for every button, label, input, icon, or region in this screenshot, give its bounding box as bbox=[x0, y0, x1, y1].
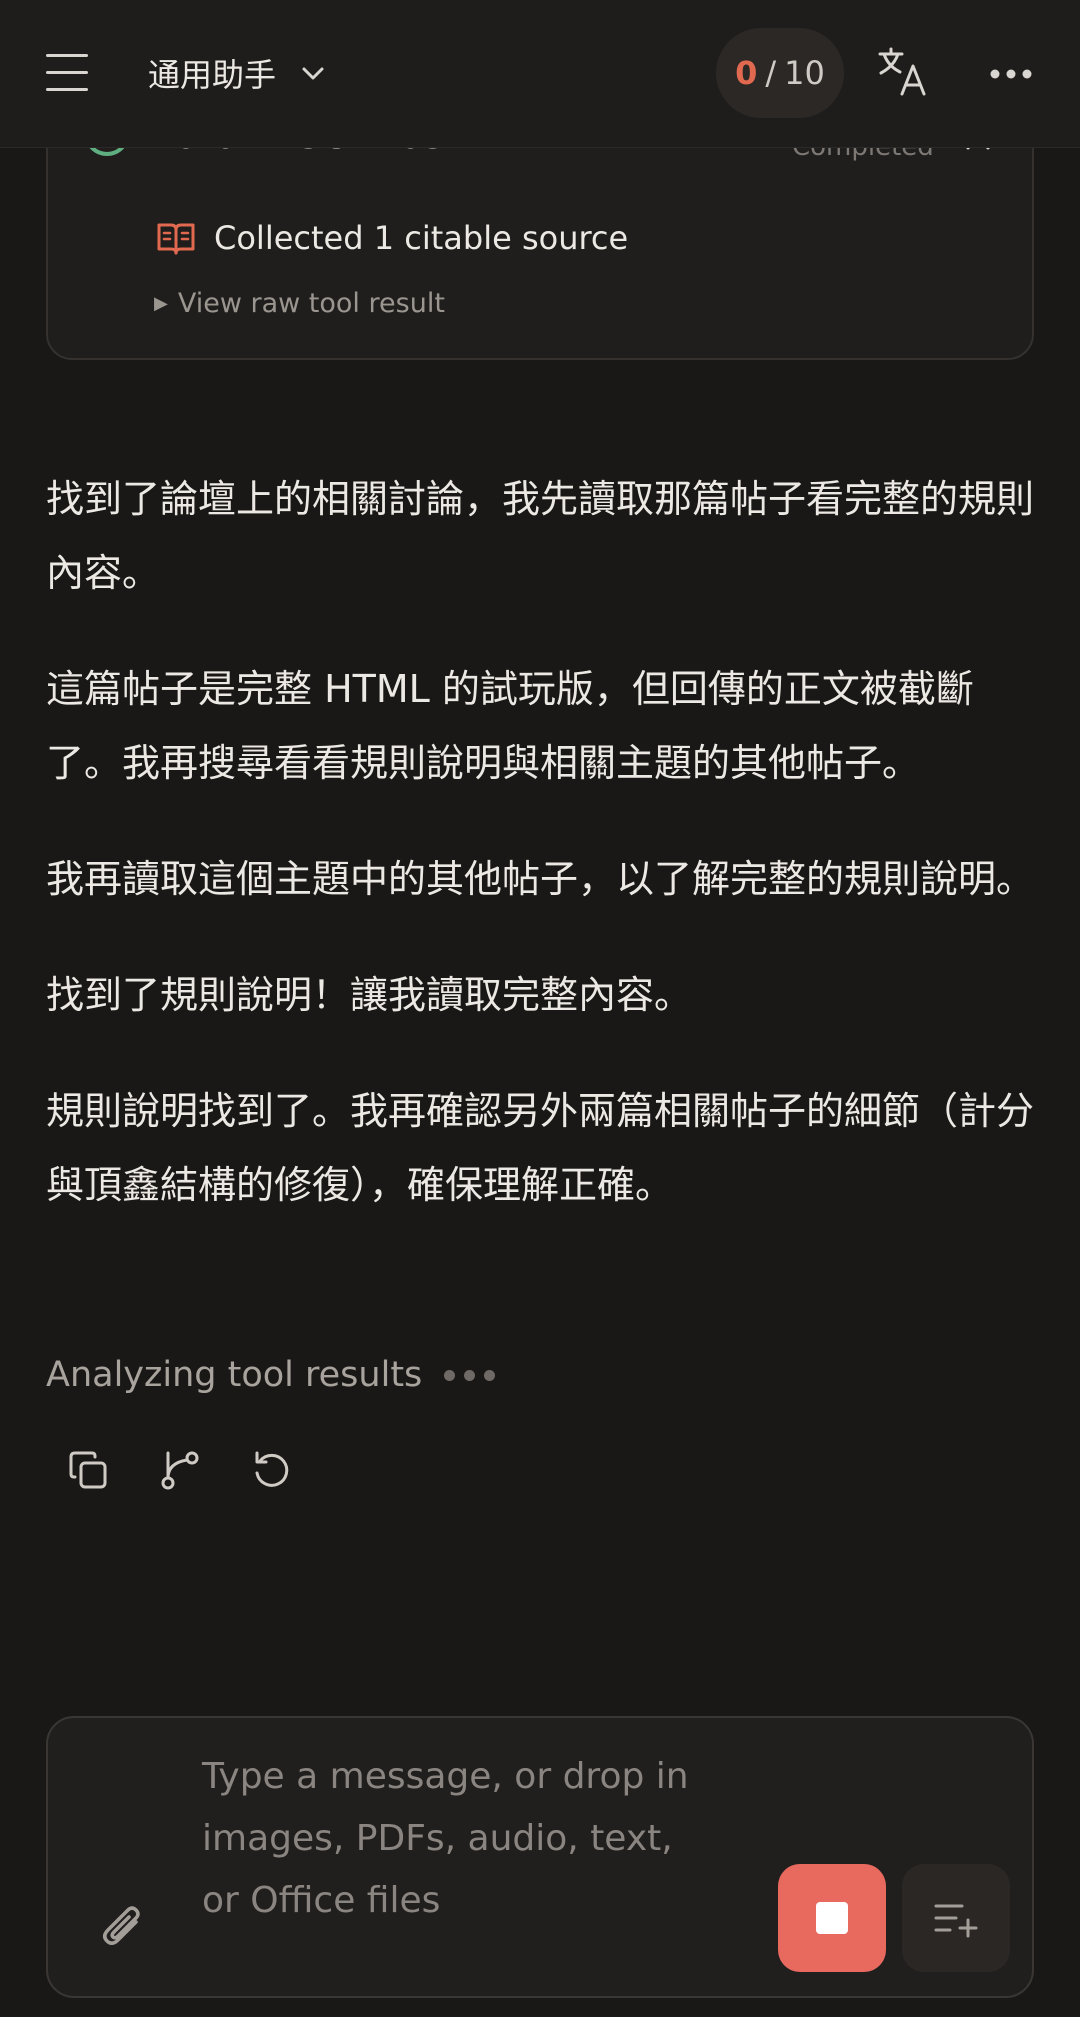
model-selector[interactable]: 通用助手 bbox=[148, 48, 328, 98]
quota-separator: / bbox=[765, 54, 777, 92]
citable-source-row: Collected 1 citable source bbox=[156, 216, 628, 260]
chat-screen: Forum Get Post Completed Collected 1 cit… bbox=[0, 0, 1080, 2017]
model-name: 通用助手 bbox=[148, 56, 277, 94]
loading-dots-icon bbox=[444, 1369, 496, 1381]
message-paragraph: 規則說明找到了。我再確認另外兩篇相關帖子的細節（計分與頂鑫結構的修復），確保理解… bbox=[46, 1089, 1035, 1207]
message-quota-counter[interactable]: 0 / 10 bbox=[716, 28, 844, 118]
quota-used: 0 bbox=[735, 54, 758, 92]
message-paragraph: 找到了論壇上的相關討論，我先讀取那篇帖子看完整的規則內容。 bbox=[46, 477, 1035, 595]
refresh-icon bbox=[255, 1451, 289, 1487]
view-raw-label: View raw tool result bbox=[177, 288, 445, 319]
analyzing-label: Analyzing tool results bbox=[46, 1355, 423, 1395]
message-paragraph: 我再讀取這個主題中的其他帖子，以了解完整的規則說明。 bbox=[46, 857, 1035, 901]
top-app-bar: 通用助手 0 / 10 bbox=[0, 0, 1080, 148]
more-icon[interactable] bbox=[990, 68, 1032, 80]
chevron-down-icon bbox=[302, 67, 324, 80]
menu-icon[interactable] bbox=[46, 52, 90, 92]
message-input[interactable]: Type a message, or drop in images, PDFs,… bbox=[202, 1746, 702, 1932]
copy-icon bbox=[69, 1451, 107, 1489]
quota-total: 10 bbox=[784, 54, 825, 92]
message-composer[interactable]: Type a message, or drop in images, PDFs,… bbox=[46, 1716, 1034, 1998]
assistant-message: 找到了論壇上的相關討論，我先讀取那篇帖子看完整的規則內容。 這篇帖子是完整 HT… bbox=[46, 462, 1034, 1264]
paperclip-icon[interactable] bbox=[96, 1900, 152, 1956]
copy-button[interactable] bbox=[66, 1448, 110, 1492]
stop-icon bbox=[816, 1902, 848, 1934]
analyzing-status: Analyzing tool results bbox=[46, 1352, 496, 1398]
triangle-right-icon: ▶ bbox=[154, 293, 168, 314]
message-paragraph: 找到了規則說明！讓我讀取完整內容。 bbox=[46, 973, 693, 1017]
message-paragraph: 這篇帖子是完整 HTML 的試玩版，但回傳的正文被截斷了。我再搜尋看看規則說明與… bbox=[46, 667, 974, 785]
book-open-icon bbox=[157, 223, 195, 255]
list-add-icon bbox=[934, 1904, 978, 1938]
branch-button[interactable] bbox=[158, 1448, 202, 1492]
message-actions bbox=[66, 1448, 294, 1492]
queue-message-button[interactable] bbox=[902, 1864, 1010, 1972]
git-branch-icon bbox=[161, 1451, 199, 1490]
regenerate-button[interactable] bbox=[250, 1448, 294, 1492]
view-raw-result-toggle[interactable]: ▶ View raw tool result bbox=[154, 288, 445, 319]
stop-generation-button[interactable] bbox=[778, 1864, 886, 1972]
source-count-text: Collected 1 citable source bbox=[214, 219, 629, 257]
translate-icon[interactable] bbox=[876, 46, 928, 98]
